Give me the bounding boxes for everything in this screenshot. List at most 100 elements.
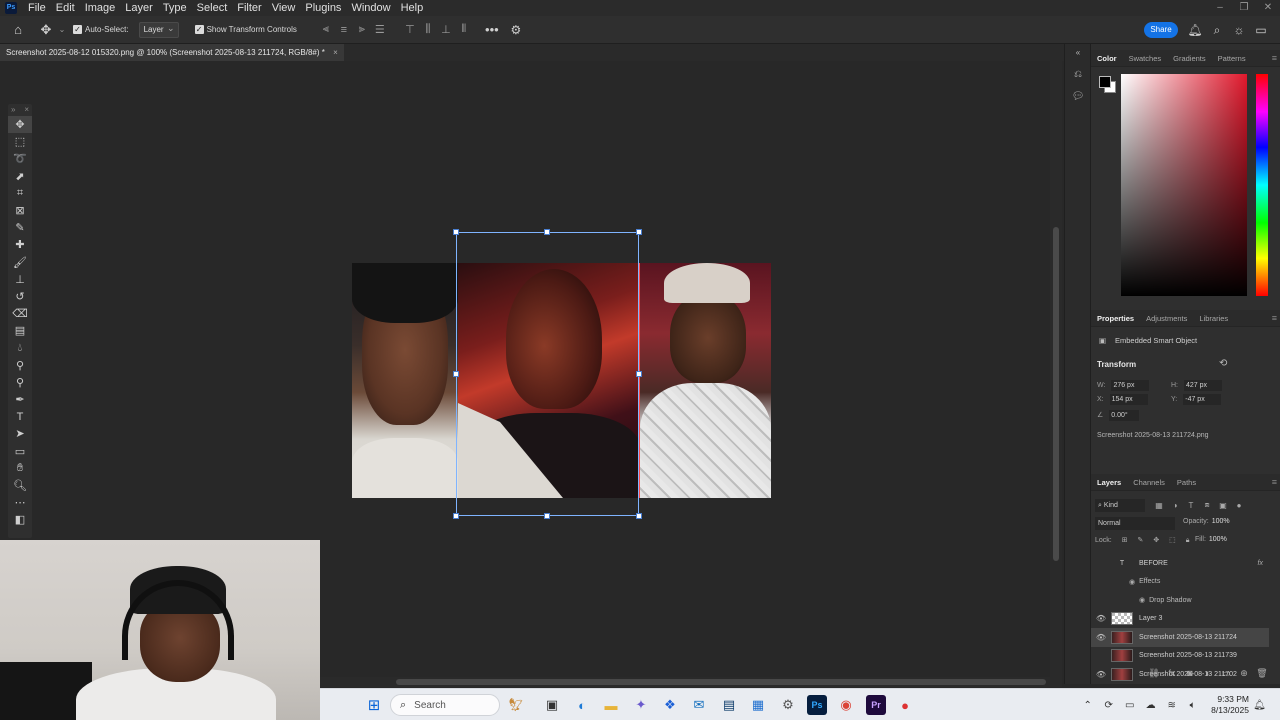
transform-bounding-box[interactable] (456, 232, 639, 516)
close-icon[interactable]: ✕ (1256, 0, 1280, 16)
menu-view[interactable]: View (267, 0, 301, 16)
x-input[interactable]: 154 px (1109, 394, 1148, 405)
workspace-icon[interactable]: ▭ (1250, 20, 1272, 40)
zoom-tool-icon[interactable]: 🔍︎ (8, 477, 32, 494)
eye-icon[interactable]: ◉ (1129, 578, 1135, 586)
align-top-icon[interactable]: ⊤ (401, 23, 419, 36)
move-tool-icon[interactable]: ✥ (8, 116, 32, 134)
clock[interactable]: 9:33 PM 8/13/2025 (1211, 694, 1249, 716)
widget-icon[interactable]: 🦅︎ (506, 695, 526, 715)
taskbar-search[interactable]: ⌕ Search (390, 694, 500, 716)
collapse-icon[interactable]: « (1065, 44, 1091, 62)
menu-select[interactable]: Select (192, 0, 233, 16)
menu-window[interactable]: Window (346, 0, 395, 16)
cloud-icon[interactable]: ☁ (1140, 700, 1161, 711)
color-picker-field[interactable] (1121, 74, 1247, 296)
tab-properties[interactable]: Properties (1091, 310, 1140, 327)
auto-select-checkbox[interactable]: ✓ (73, 25, 82, 34)
add-mask-icon[interactable]: ◙ (1181, 668, 1199, 682)
filter-toggle-icon[interactable]: ● (1231, 501, 1247, 510)
brush-tool-icon[interactable]: 🖌︎ (8, 254, 32, 271)
stamp-tool-icon[interactable]: ⊥ (8, 271, 32, 288)
app-notification-icon[interactable]: ● (895, 695, 915, 715)
new-group-icon[interactable]: ▭ (1217, 668, 1235, 682)
link-layers-icon[interactable]: ⛓ (1145, 668, 1163, 682)
blend-mode-dropdown[interactable]: Normal (1095, 517, 1175, 530)
align-left-icon[interactable]: ⫷ (317, 23, 335, 36)
distribute-icon[interactable]: ☰ (371, 23, 389, 36)
healing-brush-tool-icon[interactable]: ✚ (8, 236, 32, 253)
battery-icon[interactable]: ▭ (1119, 700, 1140, 711)
layer-row-before[interactable]: T BEFORE fx (1091, 554, 1269, 573)
menu-edit[interactable]: Edit (51, 0, 80, 16)
filter-type-icon[interactable]: T (1183, 501, 1199, 510)
transform-handle-bottom-right[interactable] (636, 513, 642, 519)
dropbox-icon[interactable]: ❖ (660, 695, 680, 715)
minimize-icon[interactable]: – (1208, 0, 1232, 16)
gradient-tool-icon[interactable]: ▤ (8, 322, 32, 339)
tab-libraries[interactable]: Libraries (1193, 310, 1234, 327)
panel-menu-icon[interactable]: ≡ (1272, 310, 1277, 327)
lock-all-icon[interactable]: 🔒︎ (1186, 537, 1190, 544)
layer-row-layer3[interactable]: 👁︎ Layer 3 (1091, 610, 1269, 629)
frame-tool-icon[interactable]: ⊠ (8, 202, 32, 219)
settings-gear-icon[interactable]: ⚙ (778, 695, 798, 715)
chevron-up-icon[interactable]: ⌃ (1077, 700, 1098, 711)
outlook-icon[interactable]: ✉ (689, 695, 709, 715)
transform-handle-top-left[interactable] (453, 229, 459, 235)
close-tab-icon[interactable]: × (333, 48, 338, 57)
auto-select-target-dropdown[interactable]: Layer (138, 21, 179, 38)
layer-effects-row[interactable]: ◉ Effects (1091, 573, 1269, 592)
more-options-icon[interactable]: ••• (483, 22, 501, 37)
align-bottom-icon[interactable]: ⊥ (437, 23, 455, 36)
gear-icon[interactable]: ⚙ (507, 23, 525, 37)
tab-paths[interactable]: Paths (1171, 474, 1202, 491)
eye-icon[interactable]: 👁︎ (1091, 614, 1111, 623)
notification-bell-icon[interactable]: 🔔︎ (1249, 700, 1270, 711)
reset-transform-icon[interactable]: ⟲ (1219, 358, 1227, 369)
eyedropper-tool-icon[interactable]: ✎ (8, 219, 32, 236)
burn-tool-icon[interactable]: ⚲ (8, 374, 32, 391)
menu-plugins[interactable]: Plugins (300, 0, 346, 16)
chrome-icon[interactable]: ◉ (836, 695, 856, 715)
filter-smart-object-icon[interactable]: ▣ (1215, 501, 1231, 510)
lightbulb-icon[interactable]: ☼ (1228, 20, 1250, 40)
premiere-taskbar-icon[interactable]: Pr (866, 695, 886, 715)
foreground-color-swatch[interactable] (1099, 76, 1111, 88)
chevron-down-icon[interactable]: ⌄ (57, 19, 67, 41)
path-select-tool-icon[interactable]: ➤ (8, 425, 32, 442)
move-tool-icon[interactable]: ✥ (35, 19, 57, 41)
transform-handle-top-right[interactable] (636, 229, 642, 235)
canvas-vertical-scrollbar[interactable] (1050, 61, 1062, 677)
share-button[interactable]: Share (1144, 22, 1178, 38)
filter-pixel-icon[interactable]: ▦ (1151, 501, 1167, 510)
scroll-thumb[interactable] (396, 679, 1046, 685)
show-transform-checkbox[interactable]: ✓ (194, 25, 204, 34)
layer-effects-icon[interactable]: fx (1258, 560, 1263, 567)
photoshop-taskbar-icon[interactable]: Ps (807, 695, 827, 715)
tab-swatches[interactable]: Swatches (1123, 50, 1168, 67)
copilot-icon[interactable]: ✦ (631, 695, 651, 715)
adjustment-layer-icon[interactable]: ◐ (1199, 668, 1217, 682)
speaker-icon[interactable]: 🔈︎ (1182, 700, 1203, 711)
fx-icon[interactable]: fx (1163, 668, 1181, 682)
pen-tool-icon[interactable]: ✒ (8, 391, 32, 408)
new-layer-icon[interactable]: ⊕ (1235, 668, 1253, 682)
menu-help[interactable]: Help (396, 0, 429, 16)
crop-tool-icon[interactable]: ⌗ (8, 185, 32, 202)
menu-layer[interactable]: Layer (120, 0, 158, 16)
history-icon[interactable]: ⎌ (1065, 66, 1091, 84)
distribute-v-icon[interactable]: ⫴ (455, 23, 473, 36)
edge-icon[interactable]: ◐ (572, 695, 592, 715)
panel-menu-icon[interactable]: ≡ (1272, 474, 1277, 491)
history-brush-tool-icon[interactable]: ↺ (8, 288, 32, 305)
scroll-thumb[interactable] (1053, 227, 1059, 561)
tab-gradients[interactable]: Gradients (1167, 50, 1212, 67)
blur-tool-icon[interactable]: 💧︎ (8, 339, 32, 356)
transform-handle-left[interactable] (453, 371, 459, 377)
rectangle-tool-icon[interactable]: ▭ (8, 443, 32, 460)
transform-handle-bottom[interactable] (544, 513, 550, 519)
filter-adjustment-icon[interactable]: ◑ (1167, 501, 1183, 510)
filter-shape-icon[interactable]: ⧈ (1199, 500, 1215, 510)
canvas-horizontal-scrollbar[interactable] (320, 677, 1062, 687)
